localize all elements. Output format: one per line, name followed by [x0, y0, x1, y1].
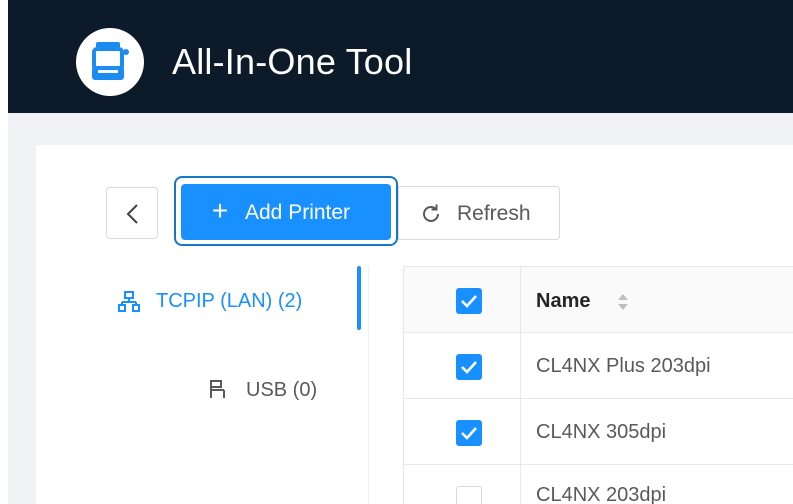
column-divider: [520, 333, 521, 398]
printer-icon: [76, 28, 144, 96]
check-icon: [461, 295, 477, 308]
column-divider: [520, 399, 521, 464]
check-icon: [461, 361, 477, 374]
printer-table: Name CL4NX Plus 203dpi CL4NX 305dpi CL4N…: [403, 266, 793, 504]
active-tab-indicator: [357, 266, 361, 330]
refresh-label: Refresh: [457, 202, 531, 225]
printer-name: CL4NX Plus 203dpi: [536, 355, 711, 377]
sort-icon[interactable]: [617, 293, 629, 311]
row-checkbox[interactable]: [456, 354, 482, 380]
table-row[interactable]: CL4NX 203dpi: [404, 465, 793, 504]
printer-name: CL4NX 305dpi: [536, 421, 667, 443]
network-icon: [118, 291, 140, 312]
app-title: All-In-One Tool: [172, 41, 413, 82]
tab-usb-label: USB (0): [246, 379, 318, 401]
select-all-checkbox[interactable]: [456, 288, 482, 314]
table-row[interactable]: CL4NX 305dpi: [404, 399, 793, 465]
usb-icon: [210, 380, 225, 398]
row-checkbox[interactable]: [456, 486, 482, 504]
column-divider: [520, 267, 521, 332]
chevron-left-icon: [126, 204, 138, 224]
window-frame: [0, 0, 8, 504]
column-header-name[interactable]: Name: [536, 288, 590, 314]
table-header-row: Name: [404, 267, 793, 333]
refresh-icon: [423, 204, 439, 222]
row-checkbox[interactable]: [456, 420, 482, 446]
table-row[interactable]: CL4NX Plus 203dpi: [404, 333, 793, 399]
add-printer-button[interactable]: + Add Printer: [181, 184, 391, 240]
back-button[interactable]: [106, 187, 158, 239]
column-divider: [520, 465, 521, 504]
tabs-divider: [368, 266, 369, 504]
check-icon: [461, 427, 477, 440]
add-printer-label: Add Printer: [245, 201, 351, 224]
plus-icon: +: [211, 195, 229, 226]
printer-name: CL4NX 203dpi: [536, 484, 667, 504]
refresh-button[interactable]: Refresh: [398, 186, 560, 240]
tab-tcpip-label: TCPIP (LAN) (2): [156, 290, 303, 312]
